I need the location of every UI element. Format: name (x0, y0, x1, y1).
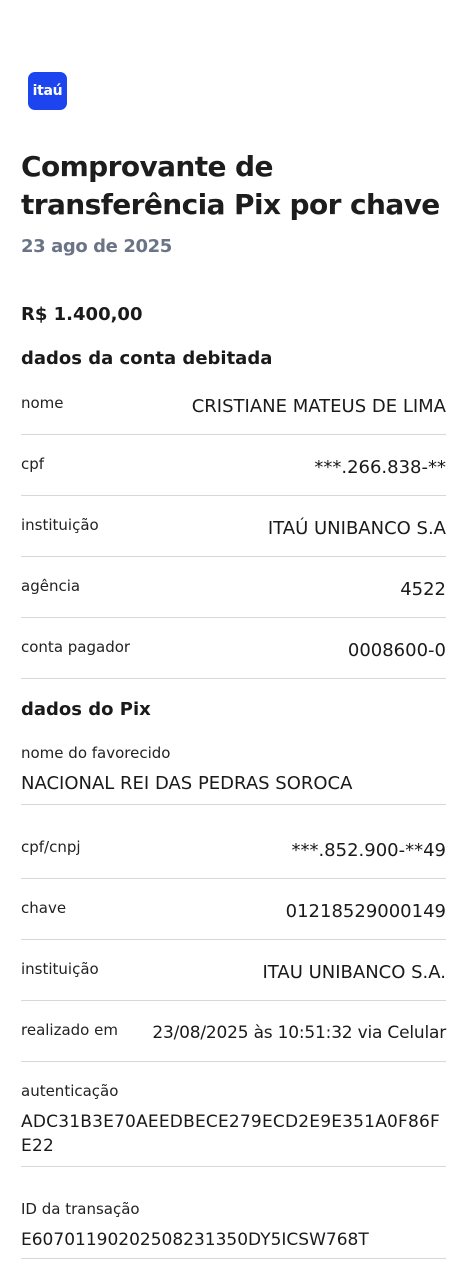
row-payer-name: nome CRISTIANE MATEUS DE LIMA (21, 394, 446, 435)
row-label: instituição (21, 960, 99, 978)
row-pix-key: chave 01218529000149 (21, 899, 446, 940)
row-payer-institution: instituição ITAÚ UNIBANCO S.A (21, 516, 446, 557)
row-payer-account: conta pagador 0008600-0 (21, 638, 446, 679)
row-value: 01218529000149 (285, 901, 446, 922)
row-value: NACIONAL REI DAS PEDRAS SOROCA (21, 773, 353, 794)
row-label: cpf (21, 455, 45, 473)
row-transaction-id: ID da transação E60701190202508231350DY5… (21, 1200, 446, 1259)
row-label: chave (21, 899, 67, 917)
debit-account-heading: dados da conta debitada (21, 348, 273, 369)
page-title: Comprovante de transferência Pix por cha… (21, 150, 440, 221)
transfer-amount: R$ 1.400,00 (21, 304, 143, 325)
receipt-date: 23 ago de 2025 (21, 236, 172, 257)
row-payer-cpf: cpf ***.266.838-** (21, 455, 446, 496)
row-beneficiary-name: nome do favorecido NACIONAL REI DAS PEDR… (21, 744, 446, 805)
row-label: instituição (21, 516, 99, 534)
row-label: conta pagador (21, 638, 131, 656)
row-value: 23/08/2025 às 10:51:32 via Celular (152, 1023, 446, 1043)
row-payer-agency: agência 4522 (21, 577, 446, 618)
row-value: ITAÚ UNIBANCO S.A (267, 518, 446, 539)
itau-logo: itaú (28, 72, 67, 110)
row-value: ***.852.900-**49 (291, 840, 446, 861)
row-label: cpf/cnpj (21, 838, 81, 856)
row-value: CRISTIANE MATEUS DE LIMA (191, 396, 446, 417)
pix-data-heading: dados do Pix (21, 699, 151, 720)
row-beneficiary-institution: instituição ITAU UNIBANCO S.A. (21, 960, 446, 1001)
row-performed-at: realizado em 23/08/2025 às 10:51:32 via … (21, 1021, 446, 1062)
row-label: nome do favorecido (21, 744, 171, 762)
row-label: nome (21, 394, 64, 412)
row-label: realizado em (21, 1021, 118, 1039)
row-label: agência (21, 577, 81, 595)
row-value: ADC31B3E70AEEDBECE279ECD2E9E351A0F86FE22 (21, 1112, 441, 1156)
row-value: 0008600-0 (347, 640, 446, 661)
row-label: ID da transação (21, 1200, 140, 1218)
row-label: autenticação (21, 1082, 119, 1100)
row-value: ITAU UNIBANCO S.A. (262, 962, 446, 983)
row-authentication: autenticação ADC31B3E70AEEDBECE279ECD2E9… (21, 1082, 446, 1167)
row-value: ***.266.838-** (314, 457, 446, 478)
row-beneficiary-cpf-cnpj: cpf/cnpj ***.852.900-**49 (21, 838, 446, 879)
row-value: E60701190202508231350DY5ICSW768T (21, 1230, 369, 1250)
row-value: 4522 (400, 579, 446, 600)
